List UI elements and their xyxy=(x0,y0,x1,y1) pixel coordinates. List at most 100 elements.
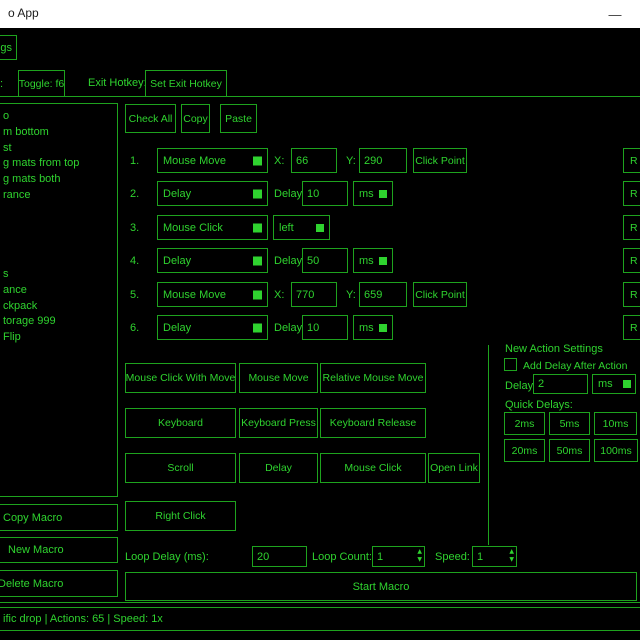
selected-action-type: Mouse Move xyxy=(163,155,226,167)
macro-list-item[interactable]: o xyxy=(3,109,117,125)
new-macro-button[interactable]: New Macro xyxy=(0,537,118,563)
remove-button[interactable]: R xyxy=(623,315,640,340)
quick-delay-20ms-button[interactable]: 20ms xyxy=(504,439,545,462)
add-scroll-button[interactable]: Scroll xyxy=(125,453,236,483)
y-coordinate-input[interactable] xyxy=(359,282,407,307)
macro-list-item[interactable]: ckpack xyxy=(3,299,117,315)
add-delay-after-action-checkbox[interactable] xyxy=(504,358,517,371)
macro-list[interactable]: o m bottom st g mats from top g mats bot… xyxy=(0,103,118,497)
add-keyboard-press-button[interactable]: Keyboard Press xyxy=(239,408,318,438)
window-title: o App xyxy=(8,6,39,20)
action-type-select[interactable]: Mouse Move xyxy=(157,282,268,307)
add-relative-mouse-move-button[interactable]: Relative Mouse Move xyxy=(320,363,426,393)
set-exit-hotkey-button[interactable]: Set Exit Hotkey xyxy=(145,70,227,97)
action-type-select[interactable]: Mouse Move xyxy=(157,148,268,173)
macro-list-item[interactable]: m bottom xyxy=(3,125,117,141)
speed-stepper[interactable]: 1 ▲ ▼ xyxy=(472,546,517,567)
quick-delay-10ms-button[interactable]: 10ms xyxy=(594,412,637,435)
toggle-hotkey-button[interactable]: Toggle: f6 xyxy=(18,70,65,97)
dropdown-indicator-icon xyxy=(253,156,262,165)
dropdown-indicator-icon xyxy=(253,223,262,232)
selected-mouse-button: left xyxy=(279,222,294,234)
action-type-select[interactable]: Delay xyxy=(157,315,268,340)
loop-count-label: Loop Count: xyxy=(312,551,372,563)
macro-list-item[interactable]: ance xyxy=(3,283,117,299)
macro-list-item[interactable]: g mats from top xyxy=(3,156,117,172)
bottom-divider xyxy=(0,602,640,603)
stepper-arrows-icon[interactable]: ▲ ▼ xyxy=(509,548,514,564)
delay-unit-select[interactable]: ms xyxy=(353,181,393,206)
remove-button[interactable]: R xyxy=(623,282,640,307)
y-label: Y: xyxy=(346,289,356,301)
macro-list-item[interactable] xyxy=(3,251,117,267)
x-label: X: xyxy=(274,289,284,301)
add-right-click-button[interactable]: Right Click xyxy=(125,501,236,531)
remove-button[interactable]: R xyxy=(623,248,640,273)
selected-action-type: Delay xyxy=(163,322,191,334)
quick-delays-label: Quick Delays: xyxy=(505,399,573,411)
delete-macro-button[interactable]: Delete Macro xyxy=(0,570,118,597)
quick-delay-100ms-button[interactable]: 100ms xyxy=(594,439,638,462)
add-mouse-move-button[interactable]: Mouse Move xyxy=(239,363,318,393)
exit-hotkey-label: Exit Hotkey: xyxy=(88,77,147,89)
delay-unit-select[interactable]: ms xyxy=(353,315,393,340)
mouse-button-select[interactable]: left xyxy=(273,215,330,240)
macro-list-item[interactable] xyxy=(3,204,117,220)
y-coordinate-input[interactable] xyxy=(359,148,407,173)
quick-delay-2ms-button[interactable]: 2ms xyxy=(504,412,545,435)
macro-list-item[interactable]: Flip xyxy=(3,330,117,346)
action-type-select[interactable]: Delay xyxy=(157,248,268,273)
macro-list-item[interactable]: g mats both xyxy=(3,172,117,188)
remove-button[interactable]: R xyxy=(623,215,640,240)
minimize-button[interactable]: — xyxy=(600,2,630,26)
loop-count-stepper[interactable]: 1 ▲ ▼ xyxy=(372,546,425,567)
settings-delay-unit-select[interactable]: ms xyxy=(592,374,636,394)
macro-list-item[interactable]: rance xyxy=(3,188,117,204)
macro-list-item[interactable] xyxy=(3,220,117,236)
x-coordinate-input[interactable] xyxy=(291,282,337,307)
quick-delay-50ms-button[interactable]: 50ms xyxy=(549,439,590,462)
loop-delay-label: Loop Delay (ms): xyxy=(125,551,209,563)
settings-delay-input[interactable] xyxy=(533,374,588,394)
delay-value-input[interactable] xyxy=(302,181,348,206)
add-mouse-click-with-move-button[interactable]: Mouse Click With Move xyxy=(125,363,236,393)
add-keyboard-button[interactable]: Keyboard xyxy=(125,408,236,438)
stepper-arrows-icon[interactable]: ▲ ▼ xyxy=(417,548,422,564)
click-point-button[interactable]: Click Point xyxy=(413,282,467,307)
remove-button[interactable]: R xyxy=(623,181,640,206)
delay-value-input[interactable] xyxy=(302,248,348,273)
action-number: 6. xyxy=(130,322,139,334)
stepper-down-icon[interactable]: ▼ xyxy=(417,556,422,564)
add-open-link-button[interactable]: Open Link xyxy=(428,453,480,483)
start-macro-button[interactable]: Start Macro xyxy=(125,572,637,601)
macro-list-item[interactable] xyxy=(3,235,117,251)
macro-list-item[interactable]: torage 999 xyxy=(3,314,117,330)
dropdown-indicator-icon xyxy=(253,256,262,265)
delay-unit-select[interactable]: ms xyxy=(353,248,393,273)
copy-button[interactable]: Copy xyxy=(181,104,210,133)
macro-list-item[interactable]: st xyxy=(3,141,117,157)
tab-settings[interactable]: gs xyxy=(0,35,17,60)
click-point-button[interactable]: Click Point xyxy=(413,148,467,173)
stepper-down-icon[interactable]: ▼ xyxy=(509,556,514,564)
stepper-up-icon[interactable]: ▲ xyxy=(509,548,514,556)
add-keyboard-release-button[interactable]: Keyboard Release xyxy=(320,408,426,438)
add-mouse-click-button[interactable]: Mouse Click xyxy=(320,453,426,483)
loop-delay-input[interactable] xyxy=(252,546,307,567)
action-type-select[interactable]: Delay xyxy=(157,181,268,206)
macro-list-item[interactable]: s xyxy=(3,267,117,283)
add-delay-button[interactable]: Delay xyxy=(239,453,318,483)
copy-macro-button[interactable]: Copy Macro xyxy=(0,504,118,531)
paste-button[interactable]: Paste xyxy=(220,104,257,133)
remove-button[interactable]: R xyxy=(623,148,640,173)
delay-label: Delay xyxy=(274,322,302,334)
stepper-up-icon[interactable]: ▲ xyxy=(417,548,422,556)
action-type-select[interactable]: Mouse Click xyxy=(157,215,268,240)
x-coordinate-input[interactable] xyxy=(291,148,337,173)
action-number: 3. xyxy=(130,222,139,234)
quick-delay-5ms-button[interactable]: 5ms xyxy=(549,412,590,435)
check-all-button[interactable]: Check All xyxy=(125,104,176,133)
status-text: ific drop | Actions: 65 | Speed: 1x xyxy=(3,613,163,625)
delay-value-input[interactable] xyxy=(302,315,348,340)
action-number: 5. xyxy=(130,289,139,301)
